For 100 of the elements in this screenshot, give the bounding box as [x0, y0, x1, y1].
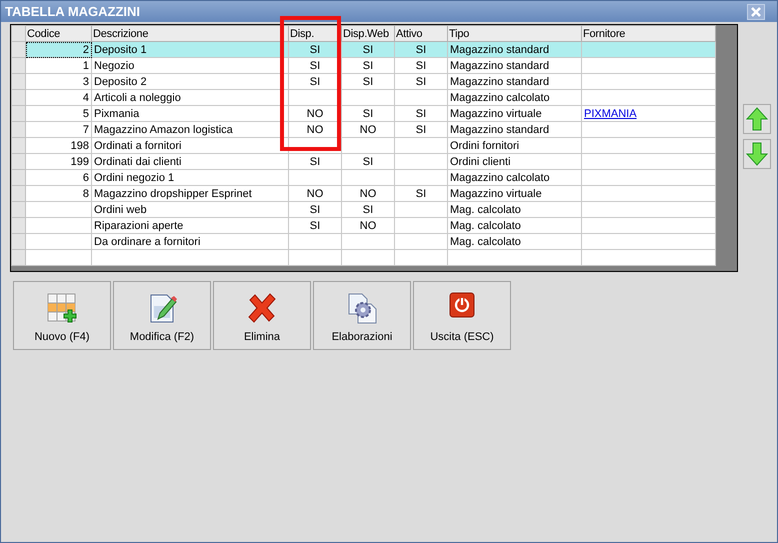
table-cell: NO	[342, 186, 394, 202]
new-button[interactable]: Nuovo (F4)	[13, 281, 111, 350]
table-cell: NO	[342, 122, 394, 138]
table-row[interactable]: 7 Magazzino Amazon logistica NO NO SI Magazzino standard	[12, 122, 716, 138]
grid-plus-icon	[46, 292, 78, 324]
table-cell: Magazzino dropshipper Esprinet	[92, 186, 288, 202]
table-cell: SI	[394, 122, 448, 138]
row-selector[interactable]	[12, 42, 26, 58]
row-selector[interactable]	[12, 234, 26, 250]
table-cell: 8	[26, 186, 92, 202]
row-selector[interactable]	[12, 90, 26, 106]
window-title: TABELLA MAGAZZINI	[5, 4, 140, 19]
column-header[interactable]: Disp.Web	[342, 26, 394, 42]
table-cell: 198	[26, 138, 92, 154]
column-header[interactable]: Fornitore	[582, 26, 716, 42]
table-cell: Articoli a noleggio	[92, 90, 288, 106]
column-header[interactable]: Attivo	[394, 26, 448, 42]
table-cell: Magazzino calcolato	[448, 90, 582, 106]
column-header[interactable]: Codice	[26, 26, 92, 42]
table-cell: Mag. calcolato	[448, 202, 582, 218]
document-gear-icon	[346, 292, 378, 324]
table-cell: Ordini fornitori	[448, 138, 582, 154]
table-cell: 6	[26, 170, 92, 186]
table-row[interactable]: 1 Negozio SI SI SI Magazzino standard	[12, 58, 716, 74]
row-selector[interactable]	[12, 138, 26, 154]
row-selector	[12, 26, 26, 42]
table-cell: Mag. calcolato	[448, 218, 582, 234]
table-cell: Deposito 1	[92, 42, 288, 58]
process-button[interactable]: Elaborazioni	[313, 281, 411, 350]
row-selector[interactable]	[12, 74, 26, 90]
table-cell: SI	[342, 202, 394, 218]
table-cell: SI	[394, 186, 448, 202]
row-selector[interactable]	[12, 58, 26, 74]
table-cell: Magazzino standard	[448, 42, 582, 58]
table-cell: Ordini negozio 1	[92, 170, 288, 186]
move-up-button[interactable]	[743, 104, 771, 134]
row-selector[interactable]	[12, 106, 26, 122]
move-down-button[interactable]	[743, 139, 771, 169]
table-row[interactable]: 6 Ordini negozio 1 Magazzino calcolato	[12, 170, 716, 186]
table-cell: Magazzino virtuale	[448, 106, 582, 122]
table-cell: Negozio	[92, 58, 288, 74]
edit-button[interactable]: Modifica (F2)	[113, 281, 211, 350]
table-row[interactable]: 5 Pixmania NO SI SI Magazzino virtuale PIXMANIA	[12, 106, 716, 122]
table-row[interactable]: Riparazioni aperte SI NO Mag. calcolato	[12, 218, 716, 234]
table-cell: NO	[342, 218, 394, 234]
table-row[interactable]: 8 Magazzino dropshipper Esprinet NO NO SI Magazzino virtuale	[12, 186, 716, 202]
table-cell: SI	[342, 154, 394, 170]
row-selector[interactable]	[12, 154, 26, 170]
table-row[interactable]: 198 Ordinati a fornitori Ordini fornitori	[12, 138, 716, 154]
table-cell: 5	[26, 106, 92, 122]
table-cell: Ordinati a fornitori	[92, 138, 288, 154]
table-cell: Ordinati dai clienti	[92, 154, 288, 170]
table-cell: SI	[394, 106, 448, 122]
close-button[interactable]	[747, 4, 765, 20]
column-header[interactable]: Tipo	[448, 26, 582, 42]
table-cell: Magazzino standard	[448, 74, 582, 90]
table-cell: SI	[288, 58, 342, 74]
table-row[interactable]: Da ordinare a fornitori Mag. calcolato	[12, 234, 716, 250]
table-cell: SI	[288, 218, 342, 234]
table-cell: 1	[26, 58, 92, 74]
row-selector[interactable]	[12, 202, 26, 218]
table-row[interactable]: 199 Ordinati dai clienti SI SI Ordini clienti	[12, 154, 716, 170]
table-cell: SI	[394, 74, 448, 90]
table-cell: SI	[342, 74, 394, 90]
table-cell: Magazzino standard	[448, 58, 582, 74]
row-selector[interactable]	[12, 250, 26, 266]
table-row[interactable]: Ordini web SI SI Mag. calcolato	[12, 202, 716, 218]
table-cell: SI	[288, 202, 342, 218]
table-cell: Ordini clienti	[448, 154, 582, 170]
delete-button[interactable]: Elimina	[213, 281, 311, 350]
table-cell: SI	[288, 42, 342, 58]
close-icon	[750, 6, 762, 18]
table-cell: Magazzino virtuale	[448, 186, 582, 202]
table-cell: Pixmania	[92, 106, 288, 122]
table-cell: SI	[288, 74, 342, 90]
cross-icon	[246, 292, 278, 324]
column-header[interactable]: Disp.	[288, 26, 342, 42]
table-cell: 4	[26, 90, 92, 106]
table-cell: SI	[342, 42, 394, 58]
row-selector[interactable]	[12, 122, 26, 138]
table-cell: 199	[26, 154, 92, 170]
table-cell: Magazzino standard	[448, 122, 582, 138]
table-cell: SI	[394, 42, 448, 58]
table-row[interactable]: 2 Deposito 1 SI SI SI Magazzino standard	[12, 42, 716, 58]
table-cell: SI	[342, 106, 394, 122]
column-header[interactable]: Descrizione	[92, 26, 288, 42]
table-cell: Ordini web	[92, 202, 288, 218]
table-cell: SI	[288, 154, 342, 170]
table-row[interactable]: 4 Articoli a noleggio Magazzino calcolato	[12, 90, 716, 106]
table-cell: Deposito 2	[92, 74, 288, 90]
table-cell: SI	[342, 58, 394, 74]
exit-button[interactable]: Uscita (ESC)	[413, 281, 511, 350]
table-cell: NO	[288, 106, 342, 122]
power-icon	[449, 292, 475, 318]
table-cell: SI	[394, 58, 448, 74]
table-row[interactable]: 3 Deposito 2 SI SI SI Magazzino standard	[12, 74, 716, 90]
table-cell: Da ordinare a fornitori	[92, 234, 288, 250]
row-selector[interactable]	[12, 186, 26, 202]
row-selector[interactable]	[12, 170, 26, 186]
row-selector[interactable]	[12, 218, 26, 234]
